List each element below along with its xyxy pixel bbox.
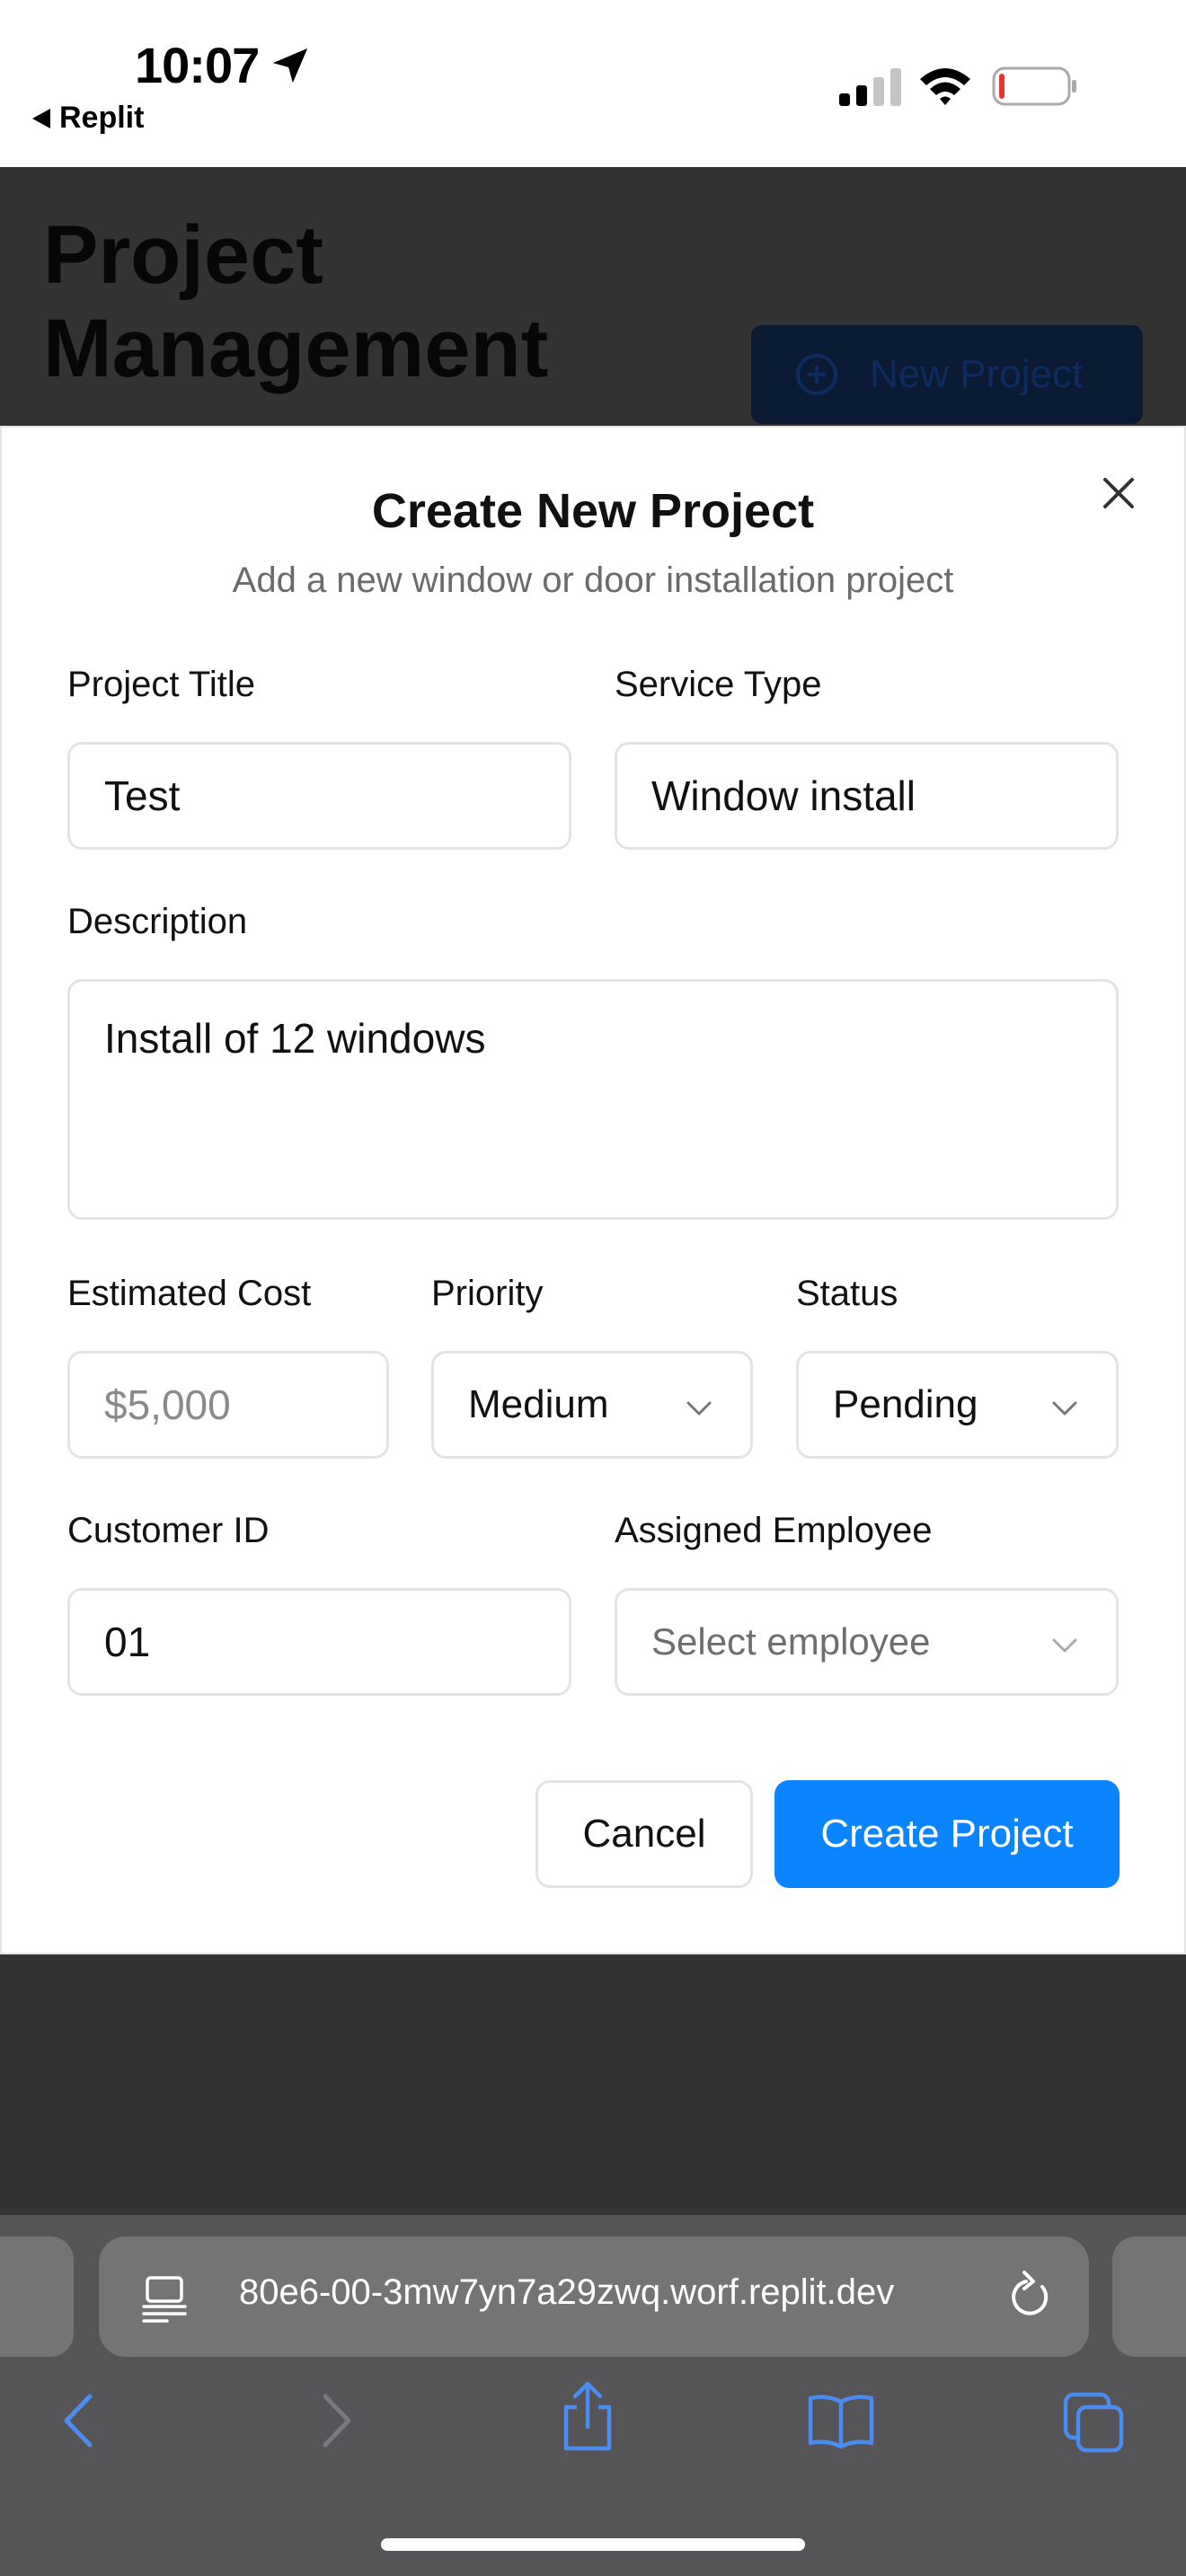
plus-circle-icon bbox=[796, 354, 837, 395]
project-title-input[interactable]: Test bbox=[67, 742, 571, 850]
chevron-down-icon bbox=[1052, 1401, 1077, 1416]
customer-id-label: Customer ID bbox=[67, 1511, 270, 1550]
description-label: Description bbox=[67, 902, 248, 941]
create-project-button[interactable]: Create Project bbox=[774, 1780, 1120, 1888]
priority-label: Priority bbox=[431, 1274, 544, 1313]
customer-id-input[interactable]: 01 bbox=[67, 1588, 571, 1696]
previous-tab-preview[interactable] bbox=[0, 2236, 74, 2357]
url-text[interactable]: 80e6-00-3mw7yn7a29zwq.worf.replit.dev bbox=[239, 2272, 894, 2313]
page-menu-icon[interactable] bbox=[140, 2272, 189, 2323]
bookmarks-icon[interactable] bbox=[807, 2393, 875, 2448]
priority-value: Medium bbox=[468, 1382, 609, 1426]
back-icon[interactable] bbox=[58, 2389, 97, 2452]
back-app-label: Replit bbox=[59, 101, 145, 135]
tabs-icon[interactable] bbox=[1062, 2391, 1125, 2454]
dialog-subtitle: Add a new window or door installation pr… bbox=[232, 560, 954, 600]
clock: 10:07 bbox=[135, 37, 260, 93]
dialog-title: Create New Project bbox=[371, 484, 815, 538]
chevron-down-icon bbox=[1052, 1638, 1077, 1653]
reload-icon[interactable] bbox=[1005, 2269, 1055, 2323]
page-title: Project Management bbox=[43, 209, 549, 394]
next-tab-preview[interactable] bbox=[1112, 2236, 1186, 2357]
forward-icon bbox=[323, 2394, 351, 2448]
description-textarea[interactable]: Install of 12 windows bbox=[67, 979, 1119, 1220]
battery-icon bbox=[992, 66, 1076, 106]
chevron-down-icon bbox=[686, 1401, 712, 1416]
status-label: Status bbox=[796, 1274, 898, 1313]
status-select[interactable]: Pending bbox=[796, 1351, 1119, 1459]
project-title-label: Project Title bbox=[67, 665, 255, 704]
new-project-button: New Project bbox=[751, 325, 1143, 424]
estimated-cost-label: Estimated Cost bbox=[67, 1274, 312, 1313]
cancel-button[interactable]: Cancel bbox=[535, 1780, 753, 1888]
estimated-cost-input[interactable]: $5,000 bbox=[67, 1351, 389, 1459]
assigned-employee-select[interactable]: Select employee bbox=[615, 1588, 1119, 1696]
back-triangle-icon bbox=[32, 108, 50, 128]
status-bar: 10:07 Replit bbox=[0, 0, 1186, 167]
wifi-icon bbox=[920, 68, 970, 105]
location-arrow-icon bbox=[272, 48, 308, 84]
assigned-employee-placeholder: Select employee bbox=[651, 1620, 931, 1663]
new-project-label: New Project bbox=[870, 352, 1084, 396]
assigned-employee-label: Assigned Employee bbox=[615, 1511, 933, 1550]
priority-select[interactable]: Medium bbox=[431, 1351, 753, 1459]
status-value: Pending bbox=[833, 1382, 978, 1426]
cellular-signal-icon bbox=[839, 68, 901, 106]
service-type-label: Service Type bbox=[615, 665, 822, 704]
back-to-app-button[interactable]: Replit bbox=[32, 101, 144, 136]
share-icon[interactable] bbox=[559, 2380, 616, 2452]
home-indicator[interactable] bbox=[381, 2538, 805, 2551]
service-type-input[interactable]: Window install bbox=[615, 742, 1119, 850]
